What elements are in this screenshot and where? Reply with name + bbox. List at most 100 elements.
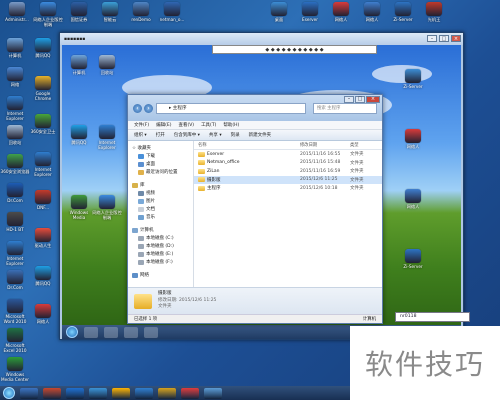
- open-button[interactable]: 打开: [156, 130, 165, 140]
- minimize-button[interactable]: –: [427, 35, 437, 42]
- remote-taskbar-item[interactable]: [84, 326, 98, 338]
- menu-help[interactable]: 帮助(H): [223, 121, 239, 129]
- maximize-button[interactable]: □: [439, 35, 449, 42]
- menu-file[interactable]: 文件(F): [134, 121, 149, 129]
- desktop-icon[interactable]: 驱动人生: [28, 228, 58, 249]
- taskbar-item[interactable]: [112, 387, 130, 399]
- desktop-icon[interactable]: 网络人企业版控制端: [33, 2, 63, 28]
- desktop-icon[interactable]: Microsoft Excel 2010: [0, 328, 30, 354]
- taskbar-item[interactable]: [43, 387, 61, 399]
- column-type[interactable]: 类型: [350, 141, 380, 149]
- explorer-minimize-button[interactable]: –: [344, 96, 354, 103]
- address-bar[interactable]: ▸ 主程序: [156, 103, 306, 114]
- nav-libraries[interactable]: 库: [128, 181, 193, 189]
- nav-item-downloads[interactable]: 下载: [128, 152, 193, 160]
- remote-desktop-icon[interactable]: 回收站: [92, 55, 122, 76]
- desktop-icon[interactable]: Eserver: [295, 2, 325, 23]
- desktop-icon[interactable]: Zi-Server: [388, 2, 418, 23]
- desktop-icon[interactable]: Internet Explorer: [0, 96, 30, 122]
- nav-item-desktop[interactable]: 桌面: [128, 160, 193, 168]
- desktop-icon[interactable]: 360安全卫士: [28, 114, 58, 135]
- remote-desktop-icon[interactable]: 腾讯QQ: [64, 125, 94, 146]
- remote-toolbar[interactable]: ◆ ◆ ◆ ◆ ◆ ◆ ◆ ◆ ◆ ◆ ◆: [212, 45, 377, 54]
- nav-favorites[interactable]: ☆ 收藏夹: [128, 144, 193, 152]
- menu-edit[interactable]: 编辑(E): [156, 121, 171, 129]
- desktop-icon[interactable]: 回收站: [0, 125, 30, 146]
- organize-button[interactable]: 组织 ▾: [134, 130, 147, 140]
- back-button[interactable]: ‹: [133, 104, 142, 113]
- remote-desktop-icon[interactable]: Internet Explorer: [92, 125, 122, 151]
- desktop-icon[interactable]: Dr.Com: [0, 183, 30, 204]
- desktop-icon[interactable]: 腾讯QQ: [28, 266, 58, 287]
- new-folder-button[interactable]: 新建文件夹: [249, 130, 272, 140]
- desktop-icon[interactable]: Internet Explorer: [28, 152, 58, 178]
- start-button[interactable]: [3, 387, 15, 399]
- desktop-icon[interactable]: Dr.Com: [0, 270, 30, 291]
- desktop-icon[interactable]: 网络: [0, 67, 30, 88]
- desktop-icon[interactable]: HD-1 BT: [0, 212, 30, 233]
- desktop-icon[interactable]: Google Chrome: [28, 76, 58, 102]
- file-row[interactable]: 摄影版 2015/12/6 11:25 文件夹: [194, 175, 382, 184]
- nav-item-music[interactable]: 音乐: [128, 213, 193, 221]
- remote-desktop-icon[interactable]: 网络人企业版控制端: [92, 195, 122, 221]
- file-row[interactable]: ZiLan 2015/11/16 16:59 文件夹: [194, 167, 382, 176]
- menu-tools[interactable]: 工具(T): [201, 121, 216, 129]
- include-in-library-button[interactable]: 包含到库中 ▾: [174, 130, 200, 140]
- nav-network[interactable]: 网络: [128, 271, 193, 279]
- desktop-icon[interactable]: 腾讯QQ: [28, 38, 58, 59]
- taskbar-item[interactable]: [135, 387, 153, 399]
- desktop-icon[interactable]: DNF...: [28, 190, 58, 211]
- remote-taskbar-item[interactable]: [104, 326, 118, 338]
- burn-button[interactable]: 刻录: [231, 130, 240, 140]
- nav-item-recent[interactable]: 最近访问的位置: [128, 168, 193, 176]
- file-row[interactable]: Netman_office 2015/11/16 15:48 文件夹: [194, 159, 382, 168]
- desktop-icon[interactable]: 光机王: [419, 2, 449, 23]
- file-row[interactable]: Eserver 2015/11/16 16:55 文件夹: [194, 150, 382, 159]
- nav-item-drive-f[interactable]: 本地磁盘 (F:): [128, 258, 193, 266]
- desktop-icon[interactable]: Internet Explorer: [0, 241, 30, 267]
- taskbar-item[interactable]: [20, 387, 38, 399]
- explorer-maximize-button[interactable]: □: [355, 96, 365, 103]
- nav-computer[interactable]: 计算机: [128, 226, 193, 234]
- remote-taskbar-item[interactable]: [124, 326, 138, 338]
- taskbar-item[interactable]: [181, 387, 199, 399]
- nav-item-videos[interactable]: 视频: [128, 189, 193, 197]
- remote-taskbar-item[interactable]: [144, 326, 158, 338]
- nav-item-drive-d[interactable]: 本地磁盘 (D:): [128, 242, 193, 250]
- nav-item-pictures[interactable]: 图片: [128, 197, 193, 205]
- taskbar-item[interactable]: [204, 387, 222, 399]
- explorer-window[interactable]: ‹ › ▸ 主程序 搜索 主程序 – □ × 文件(F) 编辑(E) 查看(V)…: [127, 94, 383, 324]
- desktop-icon[interactable]: renDemo: [126, 2, 156, 23]
- remote-desktop-icon[interactable]: 计算机: [64, 55, 94, 76]
- desktop-icon[interactable]: 国信证券: [64, 2, 94, 23]
- desktop-icon[interactable]: 网络人: [28, 304, 58, 325]
- taskbar-item[interactable]: [66, 387, 84, 399]
- taskbar-item[interactable]: [89, 387, 107, 399]
- desktop-icon[interactable]: 桌面: [264, 2, 294, 23]
- remote-desktop-icon[interactable]: 网络人: [398, 129, 428, 150]
- nav-item-drive-c[interactable]: 本地磁盘 (C:): [128, 234, 193, 242]
- desktop-icon[interactable]: 计算机: [0, 38, 30, 59]
- forward-button[interactable]: ›: [144, 104, 153, 113]
- desktop-icon[interactable]: 网络人: [326, 2, 356, 23]
- desktop-icon[interactable]: Windows Media Center: [0, 357, 30, 383]
- remote-desktop-icon[interactable]: Zi-Server: [398, 69, 428, 90]
- column-date[interactable]: 修改日期: [300, 141, 350, 149]
- desktop-icon[interactable]: Microsoft Word 2010: [0, 299, 30, 325]
- desktop-icon[interactable]: 智能云: [95, 2, 125, 23]
- menu-view[interactable]: 查看(V): [178, 121, 194, 129]
- remote-desktop-icon[interactable]: Windows Media: [64, 195, 94, 221]
- taskbar-item[interactable]: [158, 387, 176, 399]
- search-input[interactable]: 搜索 主程序: [313, 103, 377, 114]
- remote-window-titlebar[interactable]: ▪▪▪▪▪▪▪ – □ ×: [60, 33, 463, 45]
- remote-desktop-icon[interactable]: 网络人: [398, 189, 428, 210]
- tray-popup[interactable]: nr0118: [395, 312, 470, 322]
- file-row[interactable]: 主程序 2015/12/6 10:18 文件夹: [194, 184, 382, 193]
- nav-item-documents[interactable]: 文档: [128, 205, 193, 213]
- close-button[interactable]: ×: [451, 35, 461, 42]
- desktop-icon[interactable]: netman_o...: [157, 2, 187, 23]
- remote-desktop-icon[interactable]: Zi-Server: [398, 249, 428, 270]
- desktop-icon[interactable]: 网络人: [357, 2, 387, 23]
- column-name[interactable]: 名称: [198, 141, 300, 149]
- share-button[interactable]: 共享 ▾: [209, 130, 222, 140]
